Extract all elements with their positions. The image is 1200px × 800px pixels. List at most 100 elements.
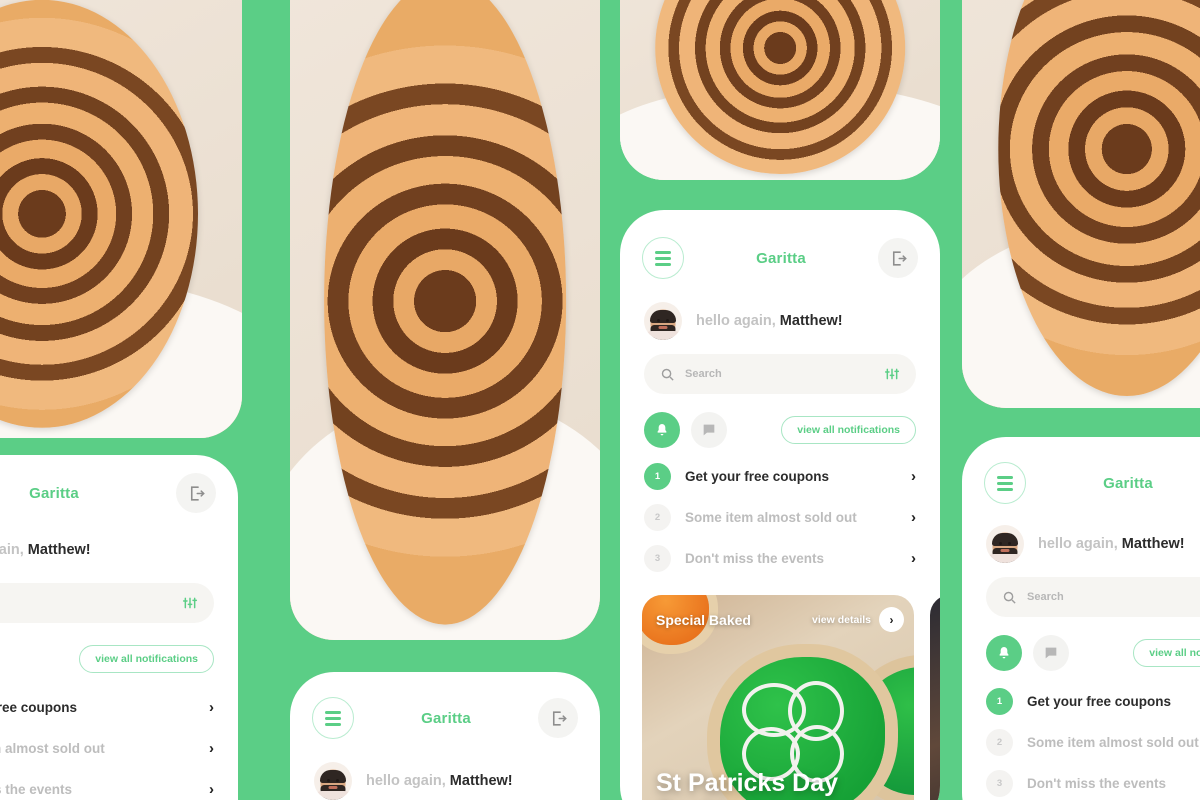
panel-cart-left: Sweet Rolls $15.0 Croissant $15.0 <box>0 0 242 438</box>
hamburger-icon[interactable] <box>642 237 684 279</box>
promo-banner-next[interactable] <box>930 595 940 800</box>
promo-banner[interactable]: Special Baked view details › St Patricks… <box>642 595 914 800</box>
list-item[interactable]: 2 Some item almost sold out › <box>0 728 214 769</box>
view-all-notifications-button[interactable]: view all notifications <box>79 645 214 673</box>
chat-bubble-icon[interactable] <box>691 412 727 448</box>
cart-item-image <box>290 0 600 640</box>
cart-row[interactable]: Sweet Rolls $15.0 ‹ 2 › <box>962 0 1200 408</box>
notification-label: Don't miss the events <box>0 782 72 797</box>
cart-row[interactable]: Sweet Rolls $15.0 ‹ 2 › <box>290 0 600 640</box>
notifications-toolbar: view all notifications <box>0 623 238 677</box>
notification-index: 2 <box>986 729 1013 756</box>
list-item[interactable]: 1 Get your free coupons › <box>986 681 1200 722</box>
notification-index: 1 <box>986 688 1013 715</box>
notifications-toolbar: view all notifications <box>962 617 1200 671</box>
hamburger-icon[interactable] <box>984 462 1026 504</box>
sliders-icon[interactable] <box>884 366 900 382</box>
search-placeholder: Search <box>1027 591 1064 603</box>
app-header: Garitta <box>0 455 238 521</box>
list-item[interactable]: 2 Some item almost sold out › <box>986 722 1200 763</box>
bell-icon[interactable] <box>644 412 680 448</box>
list-item[interactable]: 3 Don't miss the events › <box>0 769 214 800</box>
notification-index: 3 <box>986 770 1013 797</box>
notifications-toolbar: view all notifications <box>620 394 940 448</box>
app-header: Garitta <box>290 672 600 746</box>
list-item[interactable]: 3 Don't miss the events › <box>986 763 1200 800</box>
notification-index: 2 <box>644 504 671 531</box>
logout-icon[interactable] <box>538 698 578 738</box>
notification-label: Get your free coupons <box>1027 694 1172 709</box>
notification-index: 3 <box>644 545 671 572</box>
notification-label: Don't miss the events <box>1027 776 1166 791</box>
panel-cart-right: Sweet Rolls $15.0 Croissant $15.0 <box>962 0 1200 408</box>
promo-eyebrow: Special Baked <box>656 611 751 628</box>
notifications-list: 1 Get your free coupons › 2 Some item al… <box>620 448 940 579</box>
chevron-right-icon[interactable]: › <box>209 781 214 798</box>
greeting-text: hello again, Matthew! <box>0 542 91 558</box>
view-all-notifications-button[interactable]: view all notifications <box>1133 639 1200 667</box>
panel-home-left: Garitta hello again, Matthew! Search <box>0 455 238 800</box>
cart-item-image <box>962 0 1200 408</box>
promo-title: St Patricks Day Cookies <box>656 769 839 800</box>
greeting: hello again, Matthew! <box>290 746 600 800</box>
avatar <box>314 762 352 800</box>
chevron-right-icon[interactable]: › <box>209 740 214 757</box>
avatar <box>644 302 682 340</box>
promo-banner-header: Special Baked view details › <box>642 607 914 632</box>
mockup-showcase: Sweet Rolls $15.0 Croissant $15.0 <box>0 0 1200 800</box>
search-placeholder: Search <box>685 368 722 380</box>
notification-label: Some item almost sold out <box>1027 735 1199 750</box>
greeting-text: hello again, Matthew! <box>366 773 513 789</box>
brand-title: Garitta <box>1103 474 1153 492</box>
greeting: hello again, Matthew! <box>0 521 238 569</box>
chevron-right-icon[interactable]: › <box>911 468 916 485</box>
panel-home-center-bottom: Garitta hello again, Matthew! <box>290 672 600 800</box>
notifications-list: 1 Get your free coupons › 2 Some item al… <box>962 671 1200 800</box>
notifications-list: 1 Get your free coupons › 2 Some item al… <box>0 677 238 800</box>
view-details-link[interactable]: view details <box>812 614 871 626</box>
cart-item-image <box>620 0 940 180</box>
app-header: Garitta <box>620 210 940 286</box>
search-input[interactable]: Search <box>644 354 916 394</box>
bell-icon[interactable] <box>986 635 1022 671</box>
notification-label: Don't miss the events <box>685 551 824 566</box>
list-item[interactable]: 1 Get your free coupons › <box>0 687 214 728</box>
search-input[interactable]: Search <box>986 577 1200 617</box>
panel-home-right: Garitta hello again, Matthew! Search vie… <box>962 437 1200 800</box>
logout-icon[interactable] <box>878 238 918 278</box>
search-placeholder: Search <box>0 597 172 609</box>
list-item[interactable]: 2 Some item almost sold out › <box>644 497 916 538</box>
notification-label: Some item almost sold out <box>685 510 857 525</box>
greeting: hello again, Matthew! <box>962 511 1200 563</box>
cart-row[interactable]: Sweet Rolls $15.0 ‹ 2 › <box>0 0 242 438</box>
greeting: hello again, Matthew! <box>620 286 940 340</box>
chevron-right-icon[interactable]: › <box>209 699 214 716</box>
notification-label: Get your free coupons <box>685 469 830 484</box>
notification-label: Get your free coupons <box>0 700 78 715</box>
logout-icon[interactable] <box>176 473 216 513</box>
greeting-text: hello again, Matthew! <box>1038 536 1185 552</box>
notification-label: Some item almost sold out <box>0 741 105 756</box>
sliders-icon[interactable] <box>182 595 198 611</box>
chevron-right-icon[interactable]: › <box>911 550 916 567</box>
avatar <box>986 525 1024 563</box>
search-icon <box>660 367 675 382</box>
panel-cart-center-right: Sweet Rolls $15.0 ‹ 2 › cancel checkout <box>620 0 940 180</box>
chevron-right-icon[interactable]: › <box>879 607 904 632</box>
panel-shop-center: Sweet Rolls $15.0 Croissant $15.0 <box>290 0 600 640</box>
view-all-notifications-button[interactable]: view all notifications <box>781 416 916 444</box>
chat-bubble-icon[interactable] <box>1033 635 1069 671</box>
hamburger-icon[interactable] <box>312 697 354 739</box>
app-header: Garitta <box>962 437 1200 511</box>
chevron-right-icon[interactable]: › <box>911 509 916 526</box>
list-item[interactable]: 1 Get your free coupons › <box>644 456 916 497</box>
list-item[interactable]: 3 Don't miss the events › <box>644 538 916 579</box>
search-icon <box>1002 590 1017 605</box>
brand-title: Garitta <box>421 709 471 727</box>
search-input[interactable]: Search <box>0 583 214 623</box>
greeting-text: hello again, Matthew! <box>696 313 843 329</box>
cart-row[interactable]: Sweet Rolls $15.0 ‹ 2 › <box>620 0 940 180</box>
panel-home-center: Garitta hello again, Matthew! Search vie… <box>620 210 940 800</box>
promo-carousel[interactable]: Special Baked view details › St Patricks… <box>620 579 940 800</box>
brand-title: Garitta <box>29 484 79 502</box>
